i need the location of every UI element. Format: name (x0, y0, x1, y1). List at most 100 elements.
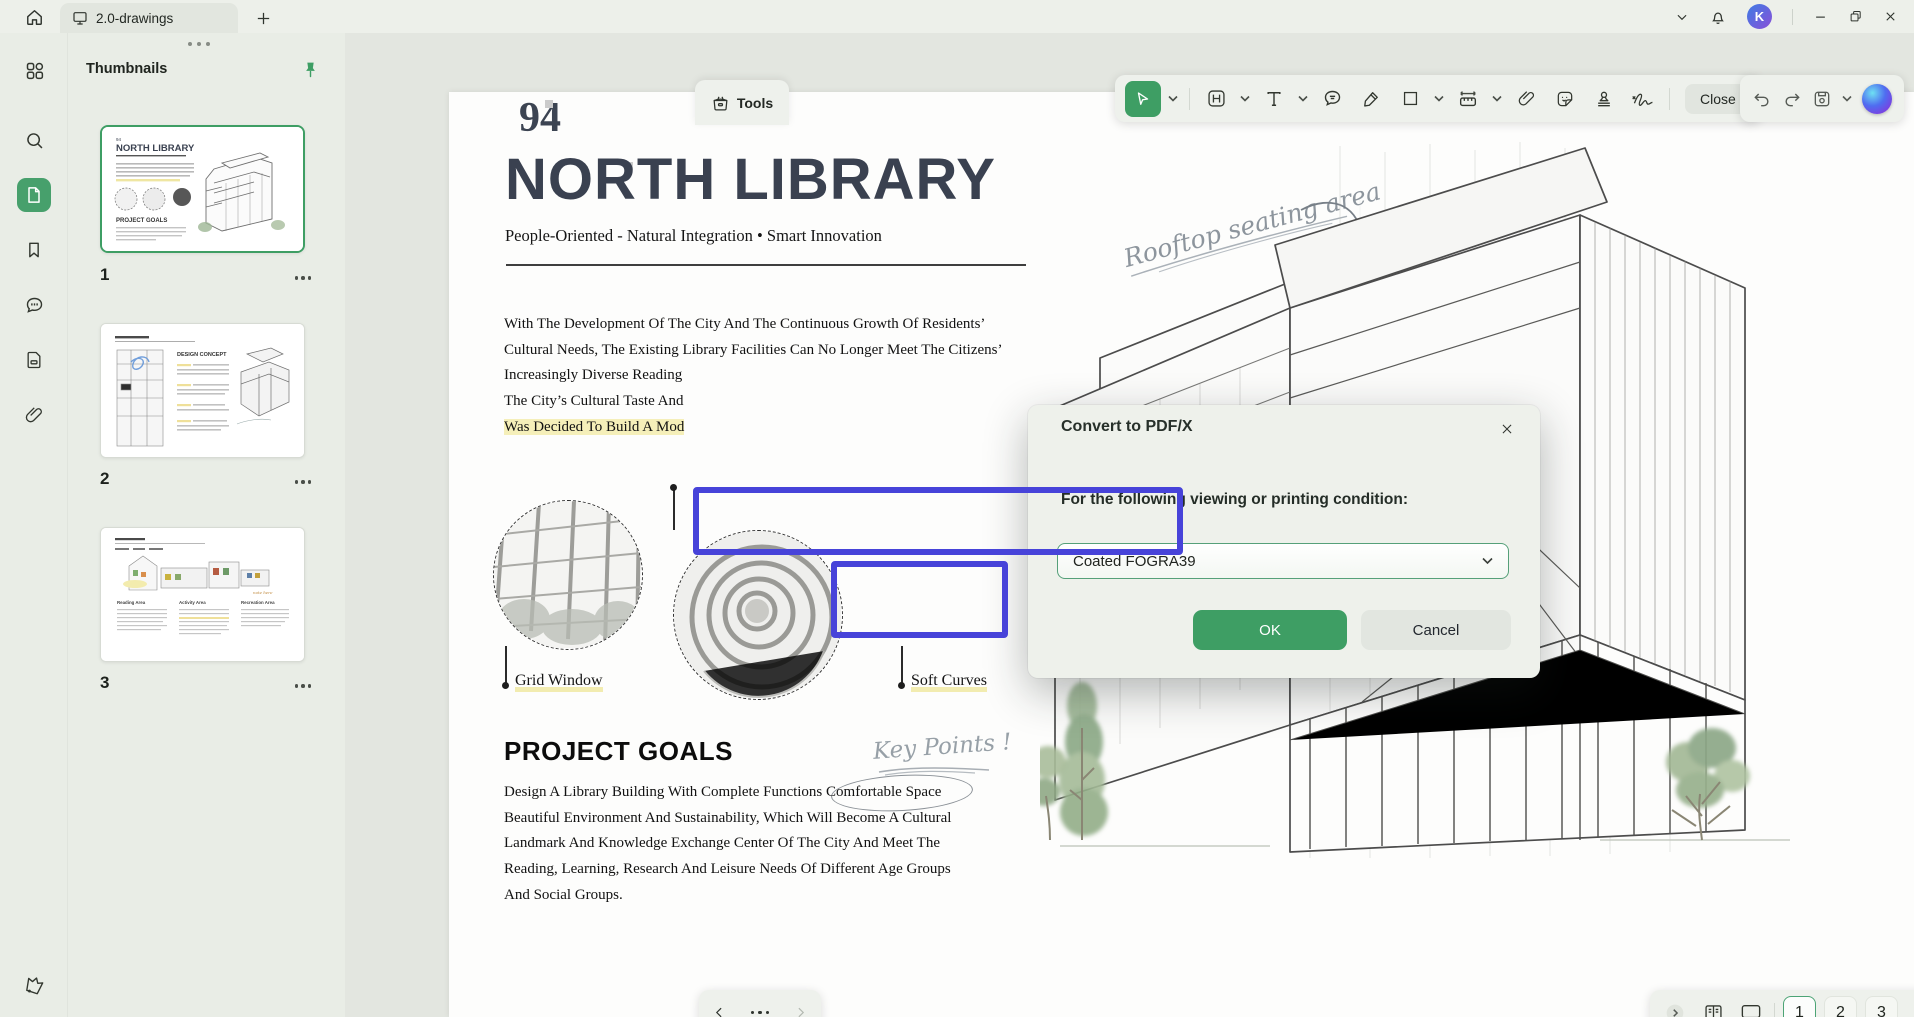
annotation-file-icon (24, 350, 44, 370)
sidebar-item-comments[interactable] (17, 288, 51, 322)
svg-text:Activity Area: Activity Area (179, 600, 206, 605)
titlebar-chevron-down-icon[interactable] (1675, 10, 1689, 24)
left-icon-rail (0, 33, 68, 1017)
soft-curves-photo (673, 530, 843, 700)
more-pages-icon[interactable] (751, 1011, 770, 1015)
thumbnail-page-1[interactable]: 94 NORTH LIBRARY PROJECT GOALS (100, 125, 305, 253)
undo-icon[interactable] (1752, 89, 1772, 109)
highlighter-tool-button[interactable] (1354, 82, 1388, 116)
document-tab-label: 2.0-drawings (96, 11, 173, 26)
presentation-mode-icon[interactable] (1736, 996, 1766, 1017)
grid-window-leader-line (505, 646, 507, 684)
comment-tool-button[interactable] (1315, 82, 1349, 116)
new-tab-button[interactable] (250, 5, 276, 31)
stamp-tool-button[interactable] (1587, 82, 1621, 116)
thumbnail-3-preview: Reading Area Activity Area Recreation Ar… (101, 528, 304, 661)
home-button[interactable] (20, 3, 48, 31)
sticker-tool-button[interactable] (1548, 82, 1582, 116)
ai-assistant-button[interactable] (1862, 84, 1892, 114)
shape-tool-chevron-icon[interactable] (1432, 82, 1446, 116)
thumbnail-1-preview: 94 NORTH LIBRARY PROJECT GOALS (102, 127, 303, 251)
attachment-tool-button[interactable] (1509, 82, 1543, 116)
app-window: 2.0-drawings K (0, 0, 1914, 1017)
titlebar: 2.0-drawings K (0, 0, 1914, 33)
shape-tool-button[interactable] (1393, 82, 1427, 116)
save-icon[interactable] (1812, 89, 1832, 109)
thumbnail-2-number: 2 (100, 469, 109, 489)
right-toolbar (1740, 75, 1904, 122)
minimize-button[interactable] (1813, 9, 1828, 24)
tools-tab[interactable]: Tools (695, 80, 789, 125)
status-bar: 1 2 3 80% 1:1 (1650, 990, 1914, 1017)
thumbnail-page-3[interactable]: Reading Area Activity Area Recreation Ar… (100, 527, 305, 662)
svg-text:PROJECT GOALS: PROJECT GOALS (116, 218, 167, 224)
redo-icon[interactable] (1782, 89, 1802, 109)
sidebar-item-launchpad[interactable] (17, 53, 51, 87)
ok-button[interactable]: OK (1193, 610, 1347, 650)
back-button[interactable] (713, 1006, 726, 1017)
thumbnail-2-more-icon[interactable] (290, 473, 316, 491)
toolbar-divider (1189, 88, 1190, 110)
page-button-3[interactable]: 3 (1865, 996, 1898, 1017)
notifications-bell-icon[interactable] (1709, 8, 1727, 26)
paperclip-icon (24, 405, 44, 425)
grid-icon (24, 60, 45, 81)
pin-panel-button[interactable] (297, 57, 323, 83)
document-tab[interactable]: 2.0-drawings (60, 3, 238, 33)
photo-leader-dot (670, 484, 677, 491)
thumbnail-page-2[interactable]: DESIGN CONCEPT (100, 323, 305, 458)
signature-icon (1631, 89, 1655, 109)
page-button-1[interactable]: 1 (1783, 996, 1816, 1017)
select-tool-button[interactable] (1125, 81, 1161, 117)
expand-bar-button[interactable] (1660, 996, 1690, 1017)
cancel-button[interactable]: Cancel (1361, 610, 1511, 650)
measure-tool-chevron-icon[interactable] (1490, 82, 1504, 116)
page-button-2[interactable]: 2 (1824, 996, 1857, 1017)
sidebar-item-search[interactable] (17, 123, 51, 157)
page-layout-icon[interactable] (1698, 996, 1728, 1017)
highlighted-text: Was Decided To Build A Mod (504, 419, 684, 435)
measure-tool-button[interactable] (1451, 82, 1485, 116)
svg-text:DESIGN CONCEPT: DESIGN CONCEPT (177, 352, 227, 358)
svg-text:NORTH LIBRARY: NORTH LIBRARY (116, 143, 195, 154)
signature-tool-button[interactable] (1626, 82, 1660, 116)
thumbnail-2-preview: DESIGN CONCEPT (101, 324, 304, 457)
thumbnail-1-more-icon[interactable] (290, 269, 316, 287)
panel-resize-handle[interactable] (188, 42, 210, 46)
intro-paragraph: With The Development Of The City And The… (504, 312, 1024, 441)
document-tab-icon (72, 10, 88, 26)
sidebar-item-bookmarks[interactable] (17, 233, 51, 267)
sidebar-item-attachments[interactable] (17, 398, 51, 432)
tools-icon (711, 93, 730, 112)
selection-handle (545, 100, 553, 108)
save-options-chevron-icon[interactable] (1842, 95, 1852, 102)
page-icon (24, 185, 44, 205)
text-tool-chevron-icon[interactable] (1296, 82, 1310, 116)
thumbnail-3-more-icon[interactable] (290, 677, 316, 695)
previous-page-chevron-icon[interactable] (1906, 996, 1914, 1017)
close-window-button[interactable] (1883, 9, 1898, 24)
annotation-highlight-dropdown (693, 487, 1183, 555)
cursor-icon (1134, 90, 1152, 108)
heading-tool-chevron-icon[interactable] (1238, 82, 1252, 116)
ruler-icon (1457, 88, 1479, 110)
heading-tool-button[interactable] (1199, 82, 1233, 116)
photo-leader-line (673, 488, 675, 530)
select-tool-chevron-icon[interactable] (1166, 82, 1180, 116)
pin-icon (302, 61, 319, 80)
maximize-button[interactable] (1848, 9, 1863, 24)
forward-button[interactable] (794, 1006, 807, 1017)
dialog-close-button[interactable] (1496, 418, 1518, 440)
sidebar-item-thumbnails[interactable] (17, 178, 51, 212)
user-avatar[interactable]: K (1747, 4, 1772, 29)
thumbnail-1-number: 1 (100, 265, 109, 285)
statusbar-divider (1774, 1003, 1775, 1017)
titlebar-divider (1792, 9, 1793, 25)
text-tool-button[interactable] (1257, 82, 1291, 116)
sidebar-item-annotations[interactable] (17, 343, 51, 377)
svg-text:Reading Area: Reading Area (117, 600, 146, 605)
dialog-title: Convert to PDF/X (1061, 418, 1193, 436)
history-nav-pill (699, 990, 821, 1017)
sidebar-item-appearance[interactable] (17, 968, 51, 1002)
stamp-icon (1594, 89, 1614, 109)
